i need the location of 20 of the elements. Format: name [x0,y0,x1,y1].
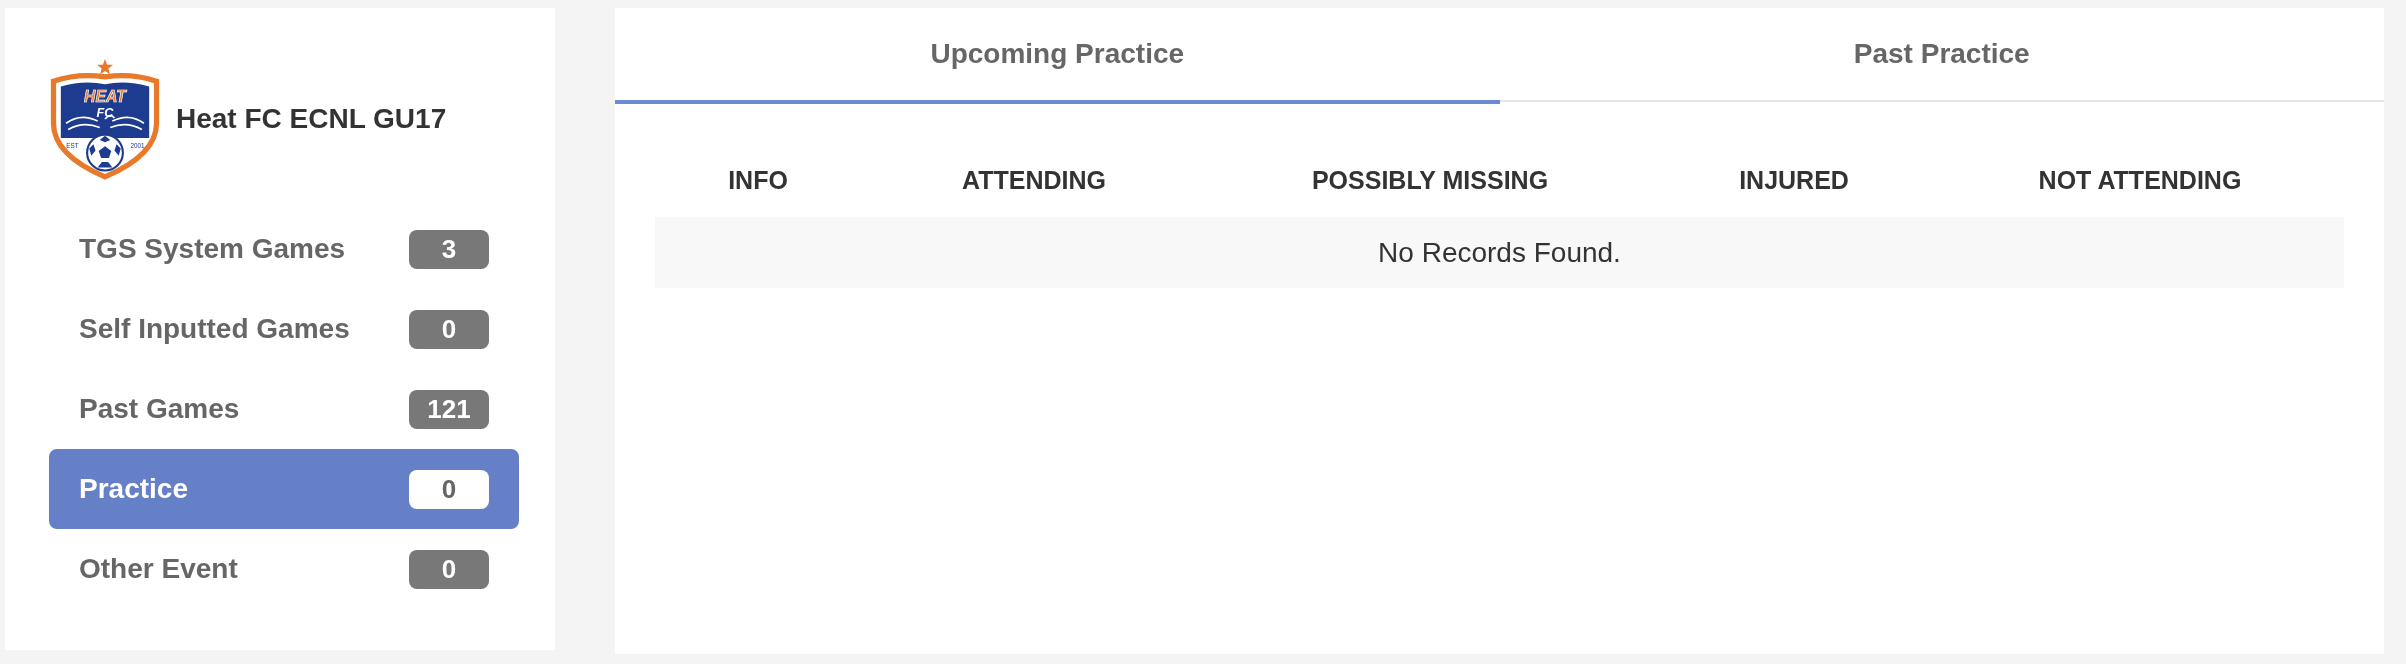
tab[interactable]: Past Practice [1499,8,2384,102]
count-badge: 0 [409,549,489,589]
team-name: Heat FC ECNL GU17 [176,102,447,136]
count-badge: 121 [409,389,489,429]
count-badge: 0 [409,309,489,349]
count-badge: 0 [409,469,489,509]
sidebar-item[interactable]: Practice 0 [49,449,519,529]
sidebar-item[interactable]: Past Games 121 [49,369,519,449]
crest-text: HEAT [84,88,126,106]
column-header: NOT ATTENDING [2038,165,2242,197]
column-header: ATTENDING [962,165,1106,197]
column-header: INJURED [1739,165,1849,197]
column-header: POSSIBLY MISSING [1311,165,1549,197]
sidebar-item[interactable]: Self Inputted Games 0 [49,289,519,369]
empty-table-message: No Records Found. [1378,235,1621,270]
sidebar-item[interactable]: TGS System Games 3 [49,209,519,289]
count-badge: 3 [409,229,489,269]
tab[interactable]: Upcoming Practice [615,8,1500,104]
column-header: INFO [728,165,788,197]
sidebar-item[interactable]: Other Event 0 [49,529,519,609]
